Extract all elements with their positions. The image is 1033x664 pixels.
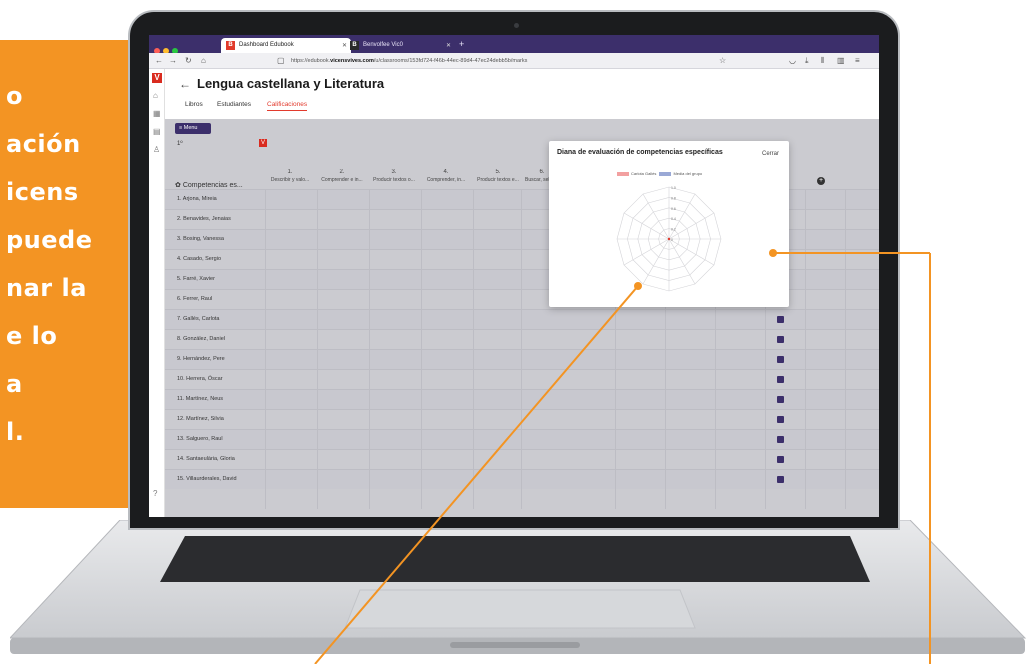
callout-dot bbox=[769, 249, 777, 257]
callout-line bbox=[314, 285, 639, 664]
callout-dot bbox=[634, 282, 642, 290]
callout-lines bbox=[314, 249, 931, 664]
marketing-image: { "promo": { "lines": ["o", "ación", "ic… bbox=[0, 0, 1033, 664]
